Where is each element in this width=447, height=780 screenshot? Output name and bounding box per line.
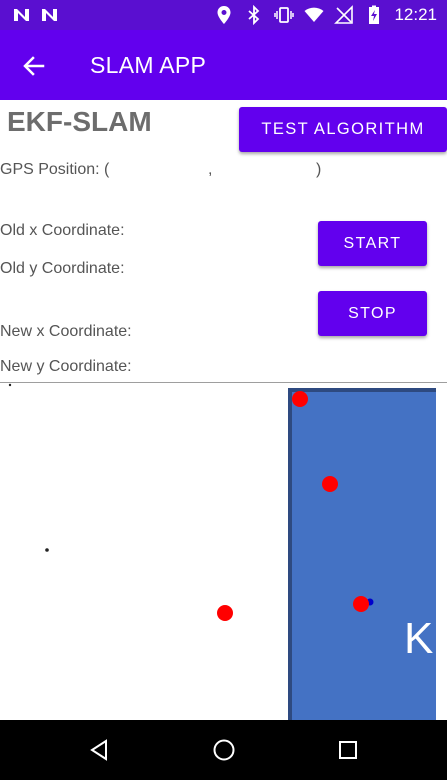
new-y-label: New y Coordinate: — [0, 358, 132, 375]
main-content: EKF-SLAM TEST ALGORITHM GPS Position: ( … — [0, 100, 447, 720]
vibrate-icon — [274, 7, 295, 23]
stop-button[interactable]: STOP — [318, 291, 427, 336]
gps-position-label: GPS Position: ( — [0, 161, 110, 178]
building-label: K — [404, 614, 433, 663]
location-icon — [217, 6, 231, 24]
status-time: 12:21 — [394, 5, 437, 24]
landmark-dot — [322, 476, 338, 492]
back-triangle-icon[interactable] — [87, 738, 111, 762]
test-algorithm-button[interactable]: TEST ALGORITHM — [239, 107, 447, 152]
landmark-dot — [353, 596, 369, 612]
building-block — [288, 388, 436, 720]
no-signal-icon — [334, 5, 354, 24]
landmark-dot — [217, 605, 233, 621]
building-edge-left — [288, 388, 292, 720]
app-bar: SLAM APP — [0, 30, 447, 100]
start-button[interactable]: START — [318, 221, 427, 266]
page-title: EKF-SLAM — [7, 106, 152, 137]
navigation-bar — [0, 720, 447, 780]
home-circle-icon[interactable] — [212, 738, 236, 762]
status-right: 12:21 — [214, 5, 437, 25]
slam-map[interactable]: K — [0, 383, 447, 720]
wifi-icon — [304, 7, 324, 22]
notification-n-icon — [14, 9, 29, 21]
map-point — [45, 548, 49, 552]
app-title: SLAM APP — [90, 52, 207, 78]
status-bar: 12:21 — [0, 0, 447, 30]
old-x-label: Old x Coordinate: — [0, 222, 125, 239]
map-point — [8, 383, 12, 387]
landmark-dot — [292, 391, 308, 407]
building-edge-top — [288, 388, 436, 392]
new-x-label: New x Coordinate: — [0, 323, 132, 340]
gps-position-close: ) — [316, 161, 322, 178]
bluetooth-icon — [248, 5, 260, 25]
notification-n-icon — [42, 9, 57, 21]
battery-charging-icon — [369, 5, 380, 24]
arrow-back-icon[interactable] — [20, 52, 48, 80]
recents-square-icon[interactable] — [336, 738, 360, 762]
status-left — [12, 5, 60, 25]
gps-position-comma: , — [208, 161, 213, 178]
old-y-label: Old y Coordinate: — [0, 260, 125, 277]
